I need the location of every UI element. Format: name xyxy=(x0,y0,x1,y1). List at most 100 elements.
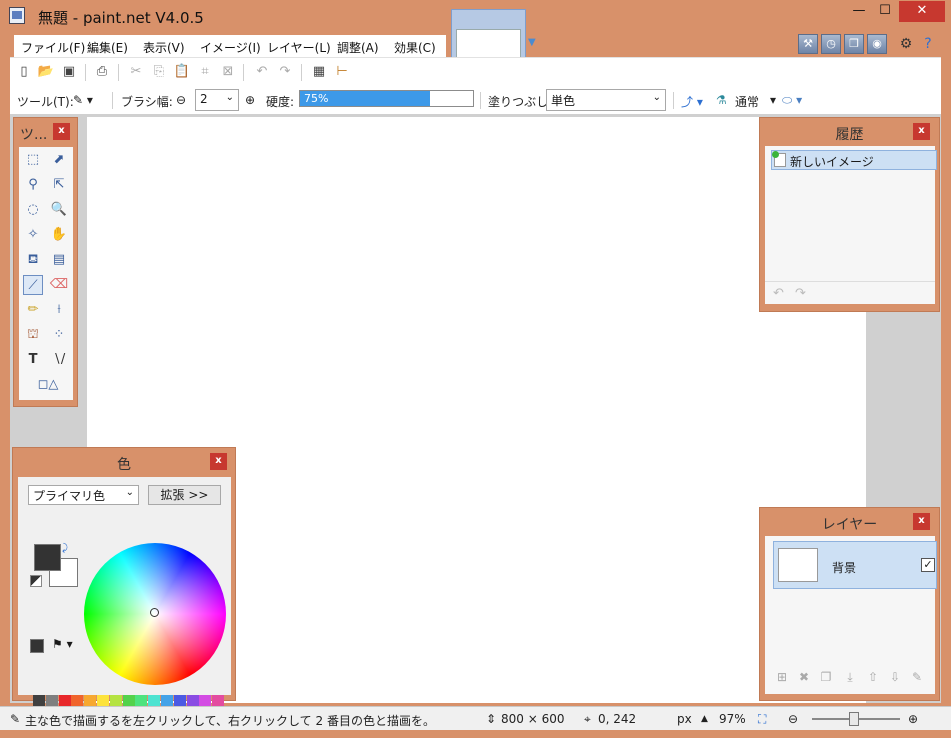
hardness-slider[interactable]: 75% xyxy=(299,90,474,107)
line-curve-icon[interactable]: ∖/ xyxy=(49,350,69,370)
swap-colors-icon[interactable]: ⤸ xyxy=(62,543,68,554)
ellipse-select-icon[interactable]: ◌ xyxy=(23,200,43,220)
zoom-in-icon[interactable]: ⊕ xyxy=(908,712,918,726)
more-colors-button[interactable]: 拡張 >> xyxy=(148,485,221,505)
deselect-icon[interactable]: ⊠ xyxy=(219,64,237,80)
zoom-slider-thumb[interactable] xyxy=(849,712,859,726)
print-icon[interactable]: ⎙ xyxy=(93,64,111,80)
zoom-level[interactable]: 97% xyxy=(719,712,746,726)
menu-view[interactable]: 表示(V) xyxy=(143,39,185,56)
paintbrush-icon[interactable]: ⟋ xyxy=(23,275,43,295)
layer-properties-icon[interactable]: ✎ xyxy=(908,670,926,688)
menu-edit[interactable]: 編集(E) xyxy=(87,39,128,56)
blend-mode-chevron-icon[interactable]: ▾ xyxy=(770,93,776,107)
ruler-icon[interactable]: ⊢ xyxy=(333,64,351,80)
color-picker-icon[interactable]: ⟊ xyxy=(49,300,69,320)
add-layer-icon[interactable]: ⊞ xyxy=(773,670,791,688)
crop-icon[interactable]: ⌗ xyxy=(196,64,214,80)
rectangle-select-icon[interactable]: ⬚ xyxy=(23,150,43,170)
magic-wand-icon[interactable]: ✧ xyxy=(23,225,43,245)
duplicate-layer-icon[interactable]: ❐ xyxy=(817,670,835,688)
delete-layer-icon[interactable]: ✖ xyxy=(795,670,813,688)
lasso-select-icon[interactable]: ⚲ xyxy=(23,175,43,195)
menu-file[interactable]: ファイル(F) xyxy=(21,39,85,56)
history-undo-icon[interactable]: ↶ xyxy=(773,286,784,301)
merge-layer-down-icon[interactable]: ⤓ xyxy=(841,670,859,688)
brush-width-increase-icon[interactable]: ⊕ xyxy=(245,93,255,107)
pan-hand-icon[interactable]: ✋ xyxy=(49,225,69,245)
current-tool-brush-icon[interactable]: ✎ ▾ xyxy=(73,93,93,107)
layer-row[interactable]: 背景 ✓ xyxy=(773,541,937,589)
blend-mode-icon[interactable]: ⚗ xyxy=(716,93,727,107)
clone-stamp-icon[interactable]: ⛫ xyxy=(23,325,43,345)
move-selection-icon[interactable]: ⇱ xyxy=(49,175,69,195)
color-mode-select[interactable]: プライマリ色 ⌄ xyxy=(28,485,139,505)
eraser-icon[interactable]: ⌫ xyxy=(49,275,69,295)
grid-icon[interactable]: ▦ xyxy=(310,64,328,80)
fill-mode-select[interactable]: 単色 ⌄ xyxy=(546,89,666,111)
layers-window-toggle-icon[interactable]: ❐ xyxy=(844,34,864,54)
shapes-icon[interactable]: ◻△ xyxy=(35,375,61,395)
brush-width-decrease-icon[interactable]: ⊖ xyxy=(176,93,186,107)
copy-icon[interactable]: ⎘ xyxy=(150,64,168,80)
history-item[interactable]: 新しいイメージ xyxy=(771,150,937,170)
move-selected-pixels-icon[interactable]: ⬈ xyxy=(49,150,69,170)
paint-net-icon[interactable] xyxy=(9,7,25,24)
document-list-dropdown-icon[interactable]: ▼ xyxy=(528,37,536,48)
units-select[interactable]: px xyxy=(677,712,692,726)
units-chevron-icon[interactable]: ▲ xyxy=(701,714,708,724)
text-tool-icon[interactable]: T xyxy=(23,350,43,370)
undo-icon[interactable]: ↶ xyxy=(253,64,271,80)
menu-adjustments[interactable]: 調整(A) xyxy=(337,39,379,56)
layer-name: 背景 xyxy=(832,561,857,575)
new-image-icon[interactable]: ▯ xyxy=(15,64,33,80)
tool-label: ツール(T): xyxy=(17,95,74,109)
paint-bucket-icon[interactable]: ⛾ xyxy=(23,250,43,270)
open-file-icon[interactable]: 📂 xyxy=(37,64,55,80)
history-redo-icon[interactable]: ↷ xyxy=(795,286,806,301)
gradient-icon[interactable]: ▤ xyxy=(49,250,69,270)
maximize-button[interactable]: ☐ xyxy=(872,1,898,22)
close-button[interactable]: ✕ xyxy=(899,1,945,22)
selection-quality-icon[interactable]: ⬭ ▾ xyxy=(782,93,802,108)
tools-panel-close-button[interactable]: x xyxy=(53,123,70,140)
brush-width-select[interactable]: 2 ⌄ xyxy=(195,89,239,111)
antialiasing-icon[interactable]: ⤴ ▾ xyxy=(681,93,703,110)
reset-colors-icon[interactable] xyxy=(30,575,42,587)
menu-effects[interactable]: 効果(C) xyxy=(394,39,436,56)
move-layer-down-icon[interactable]: ⇩ xyxy=(886,670,904,688)
minimize-button[interactable]: — xyxy=(846,1,872,22)
redo-icon[interactable]: ↷ xyxy=(276,64,294,80)
history-panel-close-button[interactable]: x xyxy=(913,123,930,140)
toolbar-separator xyxy=(118,64,119,81)
zoom-icon[interactable]: 🔍 xyxy=(49,200,69,220)
paste-icon[interactable]: 📋 xyxy=(173,64,191,80)
hardness-label: 硬度: xyxy=(266,95,295,109)
save-icon[interactable]: ▣ xyxy=(60,64,78,80)
cursor-position: 0, 242 xyxy=(598,712,637,726)
menu-layers[interactable]: レイヤー(L) xyxy=(267,39,331,56)
layers-panel-close-button[interactable]: x xyxy=(913,513,930,530)
menu-image[interactable]: イメージ(I) xyxy=(200,39,261,56)
settings-gear-icon[interactable]: ⚙ xyxy=(897,35,915,53)
move-layer-up-icon[interactable]: ⇧ xyxy=(864,670,882,688)
history-window-toggle-icon[interactable]: ◷ xyxy=(821,34,841,54)
colors-window-toggle-icon[interactable]: ◉ xyxy=(867,34,887,54)
color-wheel[interactable] xyxy=(84,543,226,685)
cut-icon[interactable]: ✂ xyxy=(127,64,145,80)
zoom-out-icon[interactable]: ⊖ xyxy=(788,712,798,726)
zoom-to-window-icon[interactable]: ⛶ xyxy=(758,712,766,727)
pencil-icon[interactable]: ✏ xyxy=(23,300,43,320)
add-to-palette-icon[interactable] xyxy=(30,639,44,653)
palette-menu-icon[interactable]: ⚑ ▾ xyxy=(52,637,73,651)
fill-label: 塗りつぶし: xyxy=(488,95,553,109)
recolor-icon[interactable]: ⁘ xyxy=(49,325,69,345)
colors-panel-close-button[interactable]: x xyxy=(210,453,227,470)
primary-color-swatch[interactable] xyxy=(34,544,61,571)
tools-window-toggle-icon[interactable]: ⚒ xyxy=(798,34,818,54)
color-wheel-selector[interactable] xyxy=(150,608,159,617)
cursor-position-icon: ⌖ xyxy=(584,712,591,726)
blend-mode-value[interactable]: 通常 xyxy=(735,93,759,110)
help-icon[interactable]: ? xyxy=(919,35,937,53)
layer-visibility-checkbox[interactable]: ✓ xyxy=(921,558,935,572)
